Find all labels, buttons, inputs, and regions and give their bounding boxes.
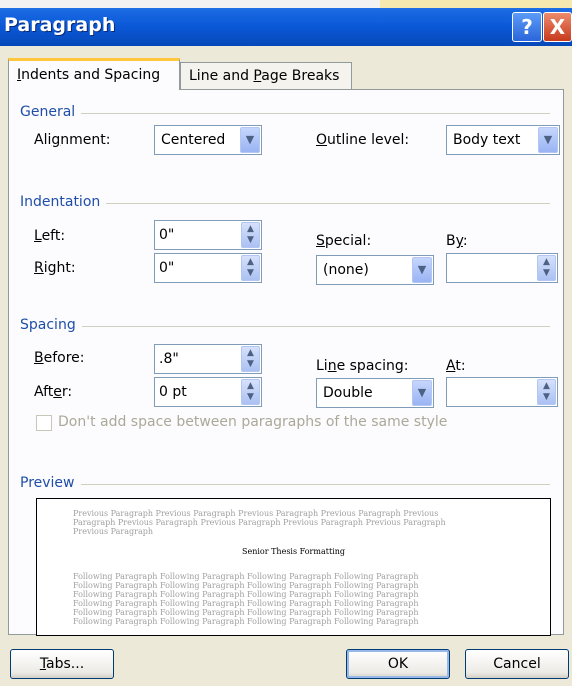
by-input[interactable]: ▲ ▼ <box>446 253 558 283</box>
special-label: Special: <box>316 233 372 249</box>
preview-heading: Preview <box>20 475 81 491</box>
close-icon: X <box>549 15 566 39</box>
spinner-icon[interactable]: ▲ ▼ <box>241 222 260 248</box>
spinner-icon[interactable]: ▲ ▼ <box>241 255 260 281</box>
title-bar-top-trim-right <box>380 0 572 8</box>
general-divider <box>20 113 550 114</box>
chevron-down-icon[interactable]: ▼ <box>412 380 432 406</box>
tab-line-and-page-breaks[interactable]: Line and Page Breaks <box>180 62 352 90</box>
right-indent-input[interactable]: 0" ▲ ▼ <box>154 253 262 283</box>
close-button[interactable]: X <box>543 12 572 42</box>
spinner-icon[interactable]: ▲ ▼ <box>537 379 556 405</box>
tabs-button[interactable]: Tabs... <box>10 649 114 679</box>
preview-previous-paragraph: Previous Paragraph Previous Paragraph Pr… <box>73 509 446 536</box>
chevron-down-icon[interactable]: ▼ <box>240 127 260 153</box>
spinner-icon[interactable]: ▲ ▼ <box>241 379 260 405</box>
spacing-heading: Spacing <box>20 317 82 333</box>
preview-divider <box>20 484 550 485</box>
spacing-divider <box>20 326 550 327</box>
by-label: By: <box>446 233 468 249</box>
left-indent-input[interactable]: 0" ▲ ▼ <box>154 220 262 250</box>
dont-add-space-checkbox[interactable] <box>36 415 52 431</box>
help-icon: ? <box>521 15 533 39</box>
general-heading: General <box>20 104 82 120</box>
after-label: After: <box>34 384 73 400</box>
at-label: At: <box>446 358 466 374</box>
before-input[interactable]: .8" ▲ ▼ <box>154 344 262 374</box>
outline-level-label: Outline level: <box>316 132 410 148</box>
alignment-label: Alignment: <box>34 132 111 148</box>
at-input[interactable]: ▲ ▼ <box>446 377 558 407</box>
tab-indents-and-spacing[interactable]: Indents and Spacing <box>8 58 180 90</box>
spinner-icon[interactable]: ▲ ▼ <box>537 255 556 281</box>
spinner-icon[interactable]: ▲ ▼ <box>241 346 260 372</box>
right-indent-label: Right: <box>34 260 76 276</box>
preview-current-paragraph: Senior Thesis Formatting <box>241 547 345 556</box>
preview-following-paragraph: Following Paragraph Following Paragraph … <box>73 572 419 626</box>
window-title: Paragraph <box>4 14 116 36</box>
help-button[interactable]: ? <box>512 12 542 42</box>
dont-add-space-label: Don't add space between paragraphs of th… <box>58 414 448 430</box>
indentation-heading: Indentation <box>20 194 107 210</box>
outline-level-select[interactable]: Body text ▼ <box>446 125 560 155</box>
special-select[interactable]: (none) ▼ <box>316 255 434 285</box>
before-label: Before: <box>34 350 85 366</box>
after-input[interactable]: 0 pt ▲ ▼ <box>154 377 262 407</box>
chevron-down-icon[interactable]: ▼ <box>538 127 558 153</box>
line-spacing-select[interactable]: Double ▼ <box>316 378 434 408</box>
cancel-button[interactable]: Cancel <box>465 649 569 679</box>
preview-box: Previous Paragraph Previous Paragraph Pr… <box>36 498 551 636</box>
title-bar: Paragraph ? X <box>0 0 572 46</box>
line-spacing-label: Line spacing: <box>316 358 409 374</box>
left-indent-label: Left: <box>34 228 66 244</box>
alignment-select[interactable]: Centered ▼ <box>154 125 262 155</box>
chevron-down-icon[interactable]: ▼ <box>412 257 432 283</box>
ok-button[interactable]: OK <box>346 649 450 679</box>
